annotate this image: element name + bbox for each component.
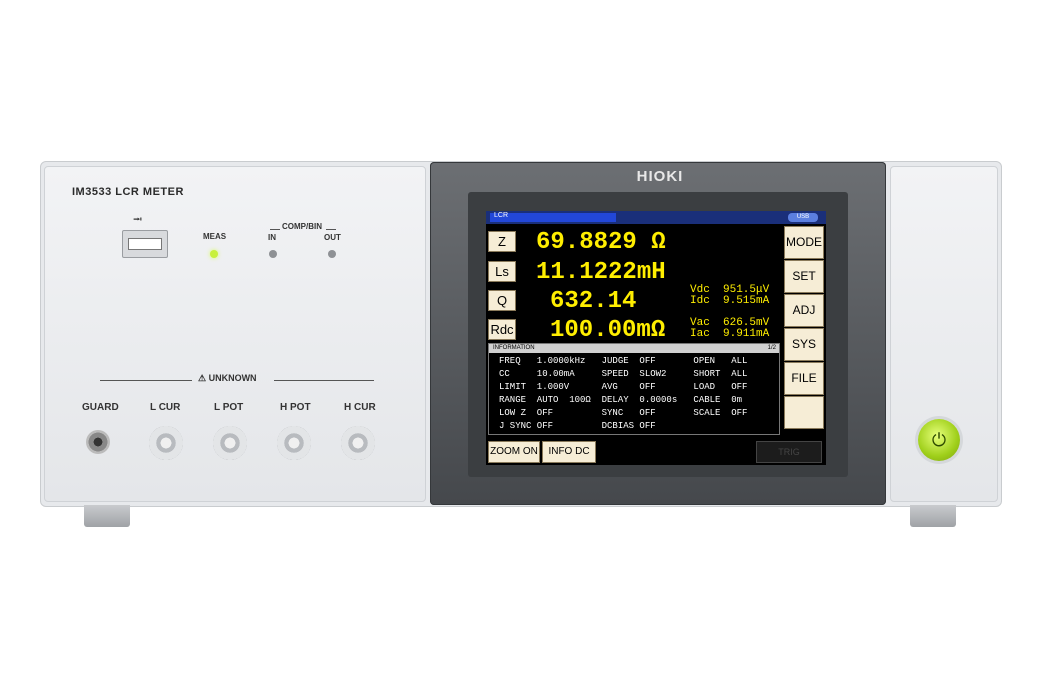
param-2-button[interactable]: Ls [488, 261, 516, 282]
model-label: IM3533 LCR METER [72, 186, 184, 198]
usb-badge: USB [788, 213, 818, 222]
param-1-button[interactable]: Z [488, 231, 516, 252]
brand-logo: HIOKI [636, 168, 684, 185]
file-button[interactable]: FILE [784, 362, 824, 395]
information-title: INFORMATION [493, 345, 535, 351]
param-3-button[interactable]: Q [488, 290, 516, 311]
idc-monitor: Idc 9.515mA [690, 295, 770, 307]
info-row: LIMIT 1.000V AVG OFF LOAD OFF [499, 382, 748, 392]
h-cur-label: H CUR [344, 402, 376, 413]
power-icon: ⏻ [931, 430, 947, 450]
out-label: OUT [324, 233, 341, 242]
lcd-screen: LCR USB Z 69.8829 Ω Ls 11.1222mH Q 632.1… [486, 211, 826, 465]
meas-label: MEAS [203, 232, 227, 241]
usb-icon: ⭲ [133, 212, 143, 226]
comp-bin-bracket-left [270, 229, 280, 230]
sys-button[interactable]: SYS [784, 328, 824, 361]
comp-bin-bracket-right [326, 229, 336, 230]
info-row: J SYNC OFF DCBIAS OFF [499, 421, 656, 431]
out-led-icon [328, 250, 336, 258]
in-led-icon [269, 250, 277, 258]
right-foot [910, 505, 956, 527]
information-panel: INFORMATION 1/2 FREQ 1.0000kHz JUDGE OFF… [488, 343, 780, 435]
info-dc-button[interactable]: INFO DC [542, 441, 596, 463]
h-cur-bnc-connector[interactable] [341, 426, 375, 460]
unknown-line-right [274, 380, 374, 381]
information-page-indicator: 1/2 [767, 345, 776, 351]
info-row: FREQ 1.0000kHz JUDGE OFF OPEN ALL [499, 356, 748, 366]
unknown-line-left [100, 380, 192, 381]
param-1-value: 69.8829 Ω [536, 229, 666, 256]
usb-port[interactable] [122, 230, 168, 258]
l-pot-label: L POT [214, 402, 244, 413]
h-pot-bnc-connector[interactable] [277, 426, 311, 460]
info-row: CC 10.00mA SPEED SLOW2 SHORT ALL [499, 369, 748, 379]
l-pot-bnc-connector[interactable] [213, 426, 247, 460]
info-row: LOW Z OFF SYNC OFF SCALE OFF [499, 408, 748, 418]
zoom-on-button[interactable]: ZOOM ON [488, 441, 540, 463]
in-label: IN [268, 233, 276, 242]
adj-button[interactable]: ADJ [784, 294, 824, 327]
status-bar: LCR USB [486, 211, 826, 224]
param-4-value: 100.00mΩ [550, 317, 666, 344]
info-row: RANGE AUTO 100Ω DELAY 0.0000s CABLE 0m [499, 395, 743, 405]
guard-label: GUARD [82, 402, 119, 413]
left-foot [84, 505, 130, 527]
mode-button[interactable]: MODE [784, 226, 824, 259]
h-pot-label: H POT [280, 402, 311, 413]
l-cur-label: L CUR [150, 402, 181, 413]
comp-bin-label: COMP/BIN [282, 222, 322, 231]
guard-jack[interactable] [86, 430, 110, 454]
information-header: INFORMATION 1/2 [489, 344, 779, 353]
iac-monitor: Iac 9.911mA [690, 328, 770, 340]
param-4-button[interactable]: Rdc [488, 319, 516, 340]
param-2-value: 11.1222mH [536, 259, 666, 286]
unknown-label: ⚠ UNKNOWN [198, 373, 257, 383]
set-button[interactable]: SET [784, 260, 824, 293]
blank-side-button[interactable] [784, 396, 824, 429]
trig-button[interactable]: TRIG [756, 441, 822, 463]
l-cur-bnc-connector[interactable] [149, 426, 183, 460]
mode-indicator: LCR [494, 212, 509, 219]
meas-led-icon [210, 250, 218, 258]
param-3-value: 632.14 [550, 288, 637, 315]
